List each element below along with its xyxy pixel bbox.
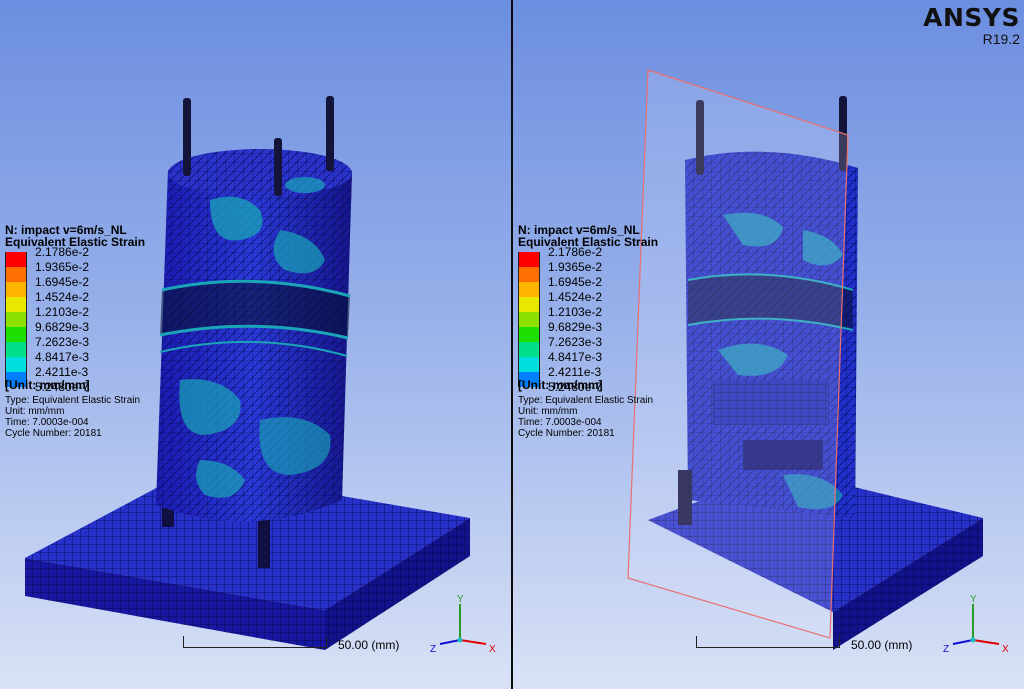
scale-bar-label: 50.00 (mm) xyxy=(338,638,400,652)
legend-value: 1.6945e-2 xyxy=(548,275,603,289)
legend-value: 2.4211e-3 xyxy=(548,365,602,379)
result-cycle: Cycle Number: 20181 xyxy=(518,428,615,439)
legend-swatch xyxy=(518,327,540,342)
legend-swatch xyxy=(518,267,540,282)
axis-triad[interactable]: Y X Z xyxy=(424,590,504,660)
legend-swatch xyxy=(5,357,27,372)
legend-value: 2.1786e-2 xyxy=(548,245,603,259)
legend-value: 1.2103e-2 xyxy=(35,305,90,319)
axis-z-label: Z xyxy=(943,644,949,655)
legend-value: 4.8417e-3 xyxy=(35,350,90,364)
section-plane[interactable] xyxy=(627,69,849,639)
scale-bar-label: 50.00 (mm) xyxy=(851,638,913,652)
legend-value: 1.4524e-2 xyxy=(548,290,603,304)
ansys-results-viewer: N: impact v=6m/s_NL Equivalent Elastic S… xyxy=(0,0,1024,689)
legend-value: 1.9365e-2 xyxy=(548,260,603,274)
result-unit: Unit: mm/mm xyxy=(5,406,65,417)
legend-value: 1.4524e-2 xyxy=(35,290,90,304)
legend-value: 2.4211e-3 xyxy=(35,365,89,379)
legend-swatch xyxy=(518,342,540,357)
legend-swatch xyxy=(5,252,27,267)
legend-value: 1.2103e-2 xyxy=(548,305,603,319)
result-time: Time: 7.0003e-004 xyxy=(518,417,602,428)
scale-bar-ruler xyxy=(183,636,327,648)
legend-swatch xyxy=(5,312,27,327)
axis-x-label: X xyxy=(489,644,496,655)
legend-swatch xyxy=(518,357,540,372)
guide-rod xyxy=(326,96,334,171)
viewport-right[interactable]: N: impact v=6m/s_NL Equivalent Elastic S… xyxy=(513,0,1024,689)
axis-y-label: Y xyxy=(970,594,977,605)
legend-swatch xyxy=(5,327,27,342)
legend-value: 7.2623e-3 xyxy=(35,335,90,349)
scale-bar-ruler xyxy=(696,636,840,648)
legend-swatch xyxy=(5,342,27,357)
legend-value: 1.6945e-2 xyxy=(35,275,90,289)
legend-swatch xyxy=(518,252,540,267)
legend-value: 4.8417e-3 xyxy=(548,350,603,364)
strain-legend[interactable]: N: impact v=6m/s_NL Equivalent Elastic S… xyxy=(518,224,658,439)
legend-swatch xyxy=(5,297,27,312)
legend-swatch xyxy=(518,297,540,312)
result-info: Type: Equivalent Elastic Strain Unit: mm… xyxy=(5,395,140,439)
axis-y-label: Y xyxy=(457,594,464,605)
axis-triad[interactable]: Y X Z xyxy=(937,590,1017,660)
strain-legend[interactable]: N: impact v=6m/s_NL Equivalent Elastic S… xyxy=(5,224,145,439)
result-type: Type: Equivalent Elastic Strain xyxy=(5,395,141,406)
brand-version: R19.2 xyxy=(982,31,1020,47)
ansys-logo: ANSYS R19.2 xyxy=(923,3,1020,47)
guide-rod xyxy=(183,98,191,176)
brand-name: ANSYS xyxy=(923,3,1020,32)
legend-swatch xyxy=(5,282,27,297)
axis-z-label: Z xyxy=(430,644,436,655)
legend-value: 1.9365e-2 xyxy=(35,260,90,274)
result-unit: Unit: mm/mm xyxy=(518,406,578,417)
legend-value: 9.6829e-3 xyxy=(548,320,603,334)
legend-swatch xyxy=(518,312,540,327)
legend-unit: [Unit: mm/mm] xyxy=(5,378,90,392)
scale-bar: 50.00 (mm) xyxy=(183,636,423,656)
legend-value: 9.6829e-3 xyxy=(35,320,90,334)
scale-bar: 50.00 (mm) xyxy=(696,636,936,656)
result-type: Type: Equivalent Elastic Strain xyxy=(518,395,654,406)
legend-value: 7.2623e-3 xyxy=(548,335,603,349)
viewport-left[interactable]: N: impact v=6m/s_NL Equivalent Elastic S… xyxy=(0,0,511,689)
legend-swatch xyxy=(518,282,540,297)
result-time: Time: 7.0003e-004 xyxy=(5,417,89,428)
axis-x-label: X xyxy=(1002,644,1009,655)
guide-rod xyxy=(274,138,282,196)
result-cycle: Cycle Number: 20181 xyxy=(5,428,102,439)
result-info: Type: Equivalent Elastic Strain Unit: mm… xyxy=(518,395,653,439)
legend-swatch xyxy=(5,267,27,282)
legend-unit: [Unit: mm/mm] xyxy=(518,378,603,392)
legend-value: 2.1786e-2 xyxy=(35,245,90,259)
